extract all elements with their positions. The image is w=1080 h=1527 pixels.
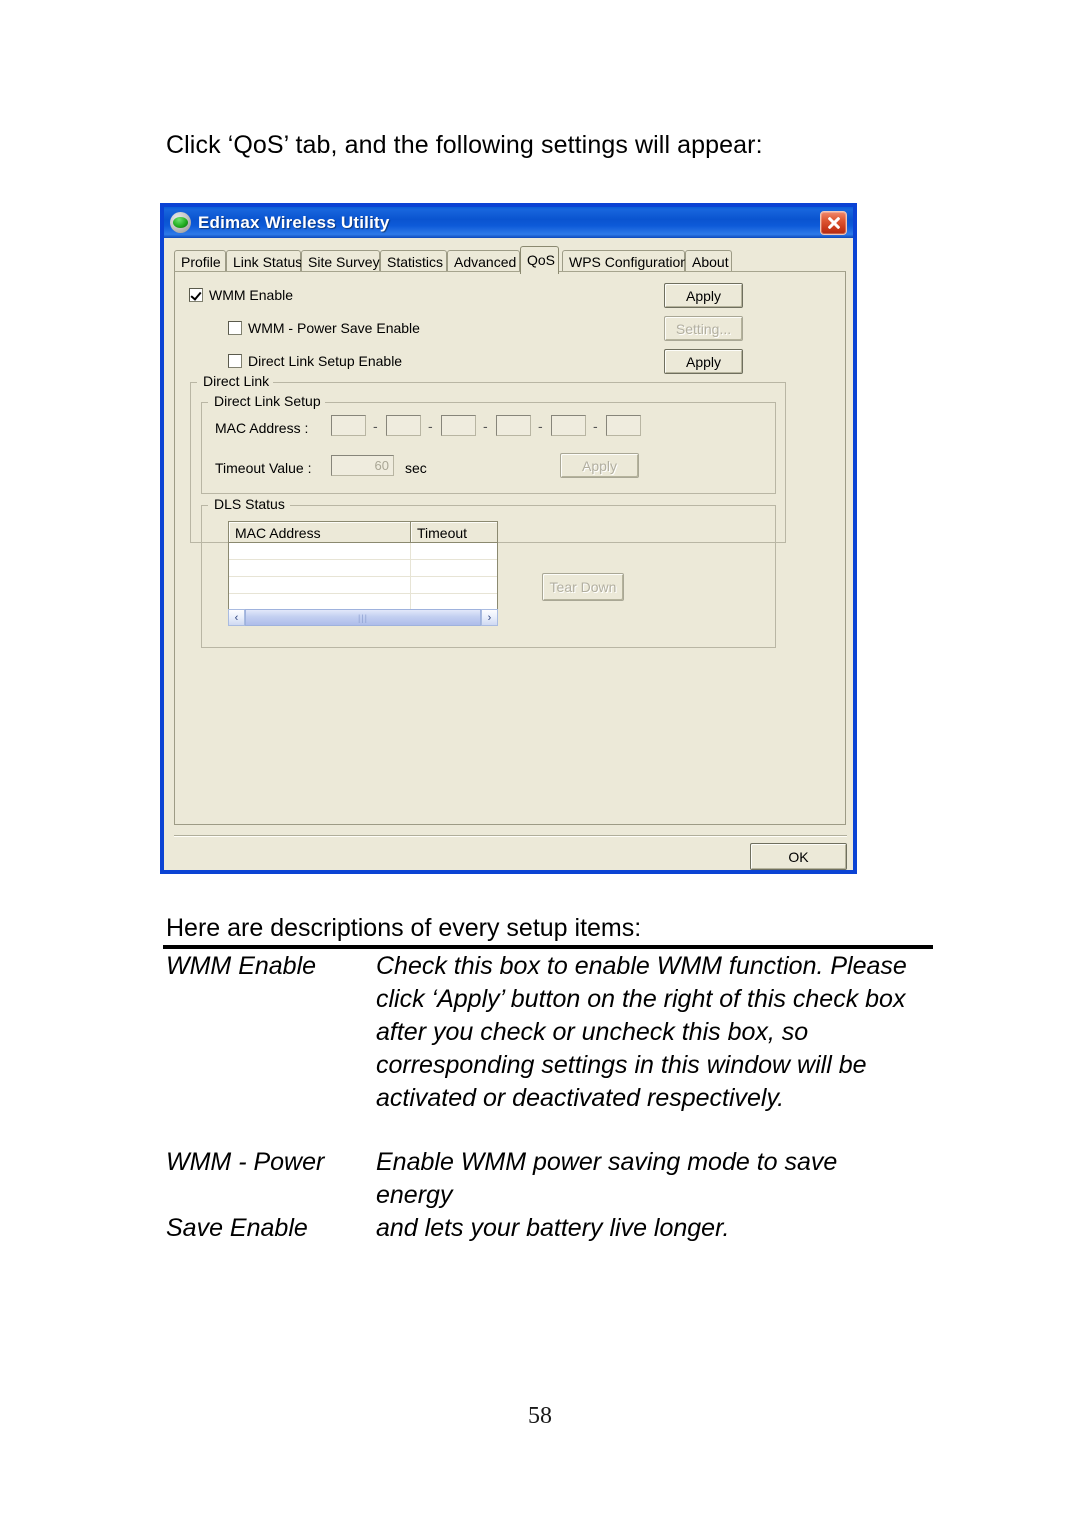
- term-wmm-power-save-line-1: WMM - Power: [166, 1148, 325, 1176]
- table-row[interactable]: [229, 543, 497, 560]
- dls-table-header: MAC Address Timeout: [229, 522, 497, 543]
- direct-link-group: Direct Link Direct Link Setup MAC Addres…: [190, 373, 786, 648]
- page-number: 58: [528, 1403, 552, 1429]
- wmm-enable-checkbox[interactable]: [189, 288, 203, 302]
- mac-separator-1: -: [373, 418, 378, 434]
- mac-octet-4-input[interactable]: [496, 415, 531, 436]
- mac-separator-3: -: [483, 418, 488, 434]
- close-icon[interactable]: [820, 210, 847, 235]
- definition-wmm-power-save-line-3: and lets your battery live longer.: [376, 1214, 730, 1242]
- ok-button[interactable]: OK: [750, 843, 847, 870]
- timeout-value-label: Timeout Value :: [215, 460, 312, 476]
- footer-divider: [174, 835, 847, 836]
- qos-tab-panel: WMM Enable Apply WMM - Power Save Enable…: [174, 271, 846, 825]
- direct-link-apply-button[interactable]: Apply: [664, 349, 743, 374]
- direct-link-setup-enable-row[interactable]: Direct Link Setup Enable: [228, 353, 402, 369]
- tab-strip: Profile Link Status Site Survey Statisti…: [174, 246, 846, 274]
- dls-status-group-title: DLS Status: [210, 496, 289, 512]
- direct-link-setup-group-title: Direct Link Setup: [210, 393, 325, 409]
- definition-wmm-power-save-line-1: Enable WMM power saving mode to save: [376, 1148, 838, 1176]
- mac-address-label: MAC Address :: [215, 420, 309, 436]
- tab-link-status[interactable]: Link Status: [226, 250, 302, 272]
- wmm-enable-label: WMM Enable: [209, 287, 294, 303]
- tab-about[interactable]: About: [685, 250, 732, 272]
- timeout-value-input[interactable]: 60: [331, 455, 394, 476]
- direct-link-group-title: Direct Link: [199, 373, 274, 389]
- tab-profile[interactable]: Profile: [174, 250, 226, 272]
- scroll-left-icon[interactable]: ‹: [228, 609, 245, 626]
- timeout-apply-button[interactable]: Apply: [560, 453, 639, 478]
- dls-column-header-mac-address[interactable]: MAC Address: [229, 522, 411, 542]
- descriptions-heading: Here are descriptions of every setup ite…: [166, 914, 642, 942]
- mac-octet-5-input[interactable]: [551, 415, 586, 436]
- definition-wmm-enable-line-2: click ‘Apply’ button on the right of thi…: [376, 985, 906, 1013]
- wmm-power-save-checkbox[interactable]: [228, 321, 242, 335]
- definition-wmm-enable-line-1: Check this box to enable WMM function. P…: [376, 952, 907, 980]
- scroll-right-icon[interactable]: ›: [481, 609, 498, 626]
- intro-text: Click ‘QoS’ tab, and the following setti…: [166, 131, 763, 159]
- tab-statistics[interactable]: Statistics: [380, 250, 447, 272]
- mac-octet-1-input[interactable]: [331, 415, 366, 436]
- definition-wmm-power-save-line-2: energy: [376, 1181, 453, 1209]
- tear-down-button[interactable]: Tear Down: [542, 573, 624, 601]
- tab-site-survey[interactable]: Site Survey: [301, 250, 380, 272]
- tab-qos[interactable]: QoS: [520, 246, 559, 274]
- dls-horizontal-scrollbar[interactable]: ‹ ›: [228, 609, 498, 626]
- wmm-power-save-label: WMM - Power Save Enable: [248, 320, 420, 336]
- dls-column-header-timeout[interactable]: Timeout: [411, 522, 497, 542]
- window-title: Edimax Wireless Utility: [198, 212, 390, 232]
- wmm-power-save-row[interactable]: WMM - Power Save Enable: [228, 320, 420, 336]
- direct-link-setup-enable-checkbox[interactable]: [228, 354, 242, 368]
- edimax-wireless-utility-window: Edimax Wireless Utility Profile Link Sta…: [160, 203, 857, 874]
- globe-icon: [170, 212, 191, 233]
- definition-wmm-enable-line-5: activated or deactivated respectively.: [376, 1084, 785, 1112]
- mac-separator-5: -: [593, 418, 598, 434]
- mac-separator-4: -: [538, 418, 543, 434]
- direct-link-setup-enable-label: Direct Link Setup Enable: [248, 353, 403, 369]
- direct-link-setup-group: Direct Link Setup MAC Address : - - - - …: [201, 393, 776, 494]
- document-page: Click ‘QoS’ tab, and the following setti…: [0, 0, 1080, 1527]
- wmm-enable-row[interactable]: WMM Enable: [189, 287, 293, 303]
- tab-wps-configuration[interactable]: WPS Configuration: [562, 250, 688, 272]
- scrollbar-thumb[interactable]: [245, 609, 481, 626]
- mac-octet-6-input[interactable]: [606, 415, 641, 436]
- mac-octet-2-input[interactable]: [386, 415, 421, 436]
- dls-status-group: DLS Status MAC Address Timeout ‹ ||| › T…: [201, 496, 776, 648]
- table-row[interactable]: [229, 560, 497, 577]
- mac-octet-3-input[interactable]: [441, 415, 476, 436]
- wmm-power-save-setting-button[interactable]: Setting...: [664, 316, 743, 341]
- window-title-bar: Edimax Wireless Utility: [160, 203, 857, 238]
- wmm-enable-apply-button[interactable]: Apply: [664, 283, 743, 308]
- descriptions-divider: [163, 945, 933, 949]
- mac-separator-2: -: [428, 418, 433, 434]
- table-row[interactable]: [229, 577, 497, 594]
- definition-wmm-enable-line-3: after you check or uncheck this box, so: [376, 1018, 809, 1046]
- tab-advanced[interactable]: Advanced: [447, 250, 520, 272]
- term-wmm-enable: WMM Enable: [166, 952, 317, 980]
- term-wmm-power-save-line-2: Save Enable: [166, 1214, 308, 1242]
- definition-wmm-enable-line-4: corresponding settings in this window wi…: [376, 1051, 867, 1079]
- timeout-unit-label: sec: [405, 460, 427, 476]
